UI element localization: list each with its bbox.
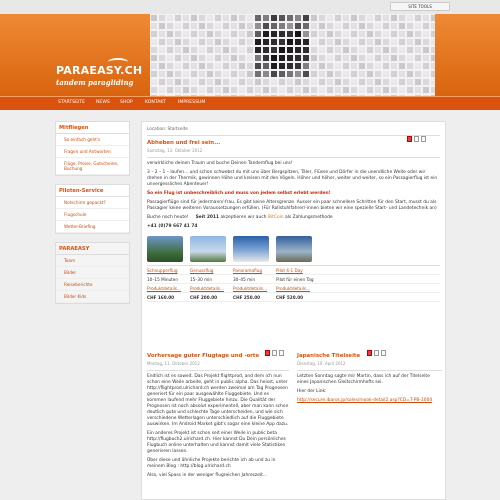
product-price: CHF 250.00: [233, 294, 261, 300]
product-price: CHF 160.00: [147, 294, 175, 300]
external-link[interactable]: http://secure.ibaros.jp/sales/mook-detai…: [297, 398, 442, 404]
product-duration: Pilot für einen Tag: [276, 276, 314, 282]
article-emphasis: So ein Flug ist unbeschreiblich und muss…: [147, 191, 331, 196]
bitcoin-link[interactable]: BitCoin: [268, 215, 284, 220]
table-row: Produktdetails... Produktdetails... Prod…: [147, 284, 440, 293]
print-icon[interactable]: [414, 136, 419, 142]
email-icon[interactable]: [279, 350, 284, 356]
article-text: Ein anderes Projekt ist schon seit einer…: [147, 431, 286, 454]
header-banner: PARAEASY.CH tandem paragliding: [0, 14, 500, 96]
paraglider-wing-icon: [108, 58, 128, 66]
sidebar-item[interactable]: Team: [56, 255, 129, 267]
article-flugtage: Vorhersage guter Flugtage und -orte Mont…: [147, 349, 289, 479]
product-details-link[interactable]: Produktdetails...: [276, 286, 319, 291]
sidebar-item[interactable]: Fragen und Antworten: [56, 146, 129, 158]
article-title[interactable]: Abheben und frei sein...: [147, 140, 440, 146]
logo-text: PARAEASY.CH: [56, 64, 143, 77]
article-text: Endlich ist es soweit. Das Projekt fligh…: [147, 374, 289, 427]
sidebar-box-piloten-service: Piloten-Service Notschirm gepackt? Flugs…: [55, 184, 130, 234]
article-date: Dienstag, 10. April 2012: [297, 361, 346, 366]
site-tools-button[interactable]: SITE TOOLS: [390, 2, 450, 11]
article-text: Hier der Link:: [297, 389, 327, 394]
product-photos: [147, 236, 440, 262]
article-text: verwirkliche deinen Traum und buche Dein…: [147, 161, 293, 166]
product-price: CHF 520.00: [276, 294, 304, 300]
product-name[interactable]: Panoramaflug: [233, 268, 276, 273]
product-details-link[interactable]: Produktdetails...: [233, 286, 276, 291]
article-tools: [265, 350, 284, 356]
nav-news[interactable]: NEWS: [96, 100, 110, 105]
photo-schnupperflug[interactable]: [147, 236, 183, 262]
main-content: Location: Startseite Abheben und frei se…: [141, 121, 446, 500]
divider: [297, 370, 442, 371]
article-tools: [407, 136, 426, 142]
nav-shop[interactable]: SHOP: [120, 100, 133, 105]
table-row: Schnupperflug Genussflug Panoramaflug Pi…: [147, 266, 440, 275]
product-details-link[interactable]: Produktdetails...: [190, 286, 233, 291]
product-duration: 10–15 Minuten: [147, 276, 179, 282]
article-text: Passagierflüge sind für jedermann/-frau.…: [147, 200, 437, 211]
booking-line: Buche noch heute! Seit 2011 akzeptieren …: [147, 215, 440, 221]
article-japanische-titelseite: Japanische Titelseite Dienstag, 10. Apri…: [297, 349, 442, 404]
table-row: 10–15 Minuten 15–30 min 30–45 min Pilot …: [147, 275, 440, 284]
sidebar-item[interactable]: So einfach geht's: [56, 134, 129, 146]
nav-impressum[interactable]: IMPRESSUM: [178, 100, 205, 105]
photo-pilot-day[interactable]: [276, 236, 312, 262]
product-duration: 15–30 min: [190, 276, 212, 282]
accept-text: akzeptieren wir auch: [220, 215, 267, 220]
sidebar-heading: PARAEASY: [56, 243, 129, 255]
breadcrumb: Location: Startseite: [147, 126, 440, 136]
sidebar-heading: Mitfliegen: [56, 122, 129, 134]
product-name[interactable]: Genussflug: [190, 268, 233, 273]
logo-subtitle: tandem paragliding: [56, 78, 134, 87]
article-date: Samstag, 13. Oktober 2012: [147, 148, 203, 153]
product-duration: 30–45 min: [233, 276, 255, 282]
nav-kontakt[interactable]: KONTAKT: [145, 100, 166, 105]
article-text: Über diese und ähnliche Projekte bericht…: [147, 458, 276, 469]
sidebar-heading: Piloten-Service: [56, 185, 129, 197]
pdf-icon[interactable]: [407, 136, 412, 142]
print-icon[interactable]: [272, 350, 277, 356]
product-name[interactable]: Schnupperflug: [147, 268, 190, 273]
product-details-link[interactable]: Produktdetails...: [147, 286, 190, 291]
sidebar-box-paraeasy: PARAEASY Team Bilder Reiseberichte Bilde…: [55, 242, 130, 304]
product-table: Schnupperflug Genussflug Panoramaflug Pi…: [147, 265, 440, 302]
sidebar-item[interactable]: Flugschule: [56, 209, 129, 221]
photo-genussflug[interactable]: [190, 236, 226, 262]
sidebar-item[interactable]: Bilder Kids: [56, 291, 129, 303]
since-text: Seit 2011: [195, 215, 220, 220]
sidebar-item[interactable]: Notschirm gepackt?: [56, 197, 129, 209]
article-tools: [367, 350, 386, 356]
divider: [147, 157, 440, 158]
email-icon[interactable]: [421, 136, 426, 142]
nav-startseite[interactable]: STARTSEITE: [58, 100, 85, 105]
sidebar-box-mitfliegen: Mitfliegen So einfach geht's Fragen und …: [55, 121, 130, 176]
phone-number: +41 (0)79 667 41 74: [147, 224, 198, 229]
divider: [147, 370, 289, 371]
sidebar: Mitfliegen So einfach geht's Fragen und …: [55, 121, 130, 312]
sidebar-item[interactable]: Reiseberichte: [56, 279, 129, 291]
email-icon[interactable]: [381, 350, 386, 356]
table-row: CHF 160.00 CHF 200.00 CHF 250.00 CHF 520…: [147, 293, 440, 302]
payment-text: als Zahlungsmethode: [284, 215, 333, 220]
pdf-icon[interactable]: [367, 350, 372, 356]
sidebar-item[interactable]: Wetter-Briefing: [56, 221, 129, 233]
article-text: Letzten Sonntag sagte mir Martin, dass i…: [297, 374, 430, 385]
photo-panoramaflug[interactable]: [233, 236, 269, 262]
site-logo[interactable]: PARAEASY.CH tandem paragliding: [56, 64, 142, 87]
main-nav: STARTSEITE NEWS SHOP KONTAKT IMPRESSUM: [0, 96, 500, 110]
sidebar-item[interactable]: Bilder: [56, 267, 129, 279]
pdf-icon[interactable]: [265, 350, 270, 356]
article-text: Also, viel Spass in der weniger flugreic…: [147, 473, 268, 478]
booking-text: Buche noch heute!: [147, 215, 189, 220]
article-text: 3 – 2 – 1 – laufen... und schon schwebst…: [147, 170, 438, 187]
print-icon[interactable]: [374, 350, 379, 356]
product-price: CHF 200.00: [190, 294, 218, 300]
product-name[interactable]: Pilot 4-1 Day: [276, 268, 319, 273]
header-mosaic-image: [150, 14, 435, 96]
article-date: Montag, 11. Oktober 2012: [147, 361, 200, 366]
sidebar-item[interactable]: Flüge, Preise, Gutscheine, Buchung: [56, 158, 129, 175]
